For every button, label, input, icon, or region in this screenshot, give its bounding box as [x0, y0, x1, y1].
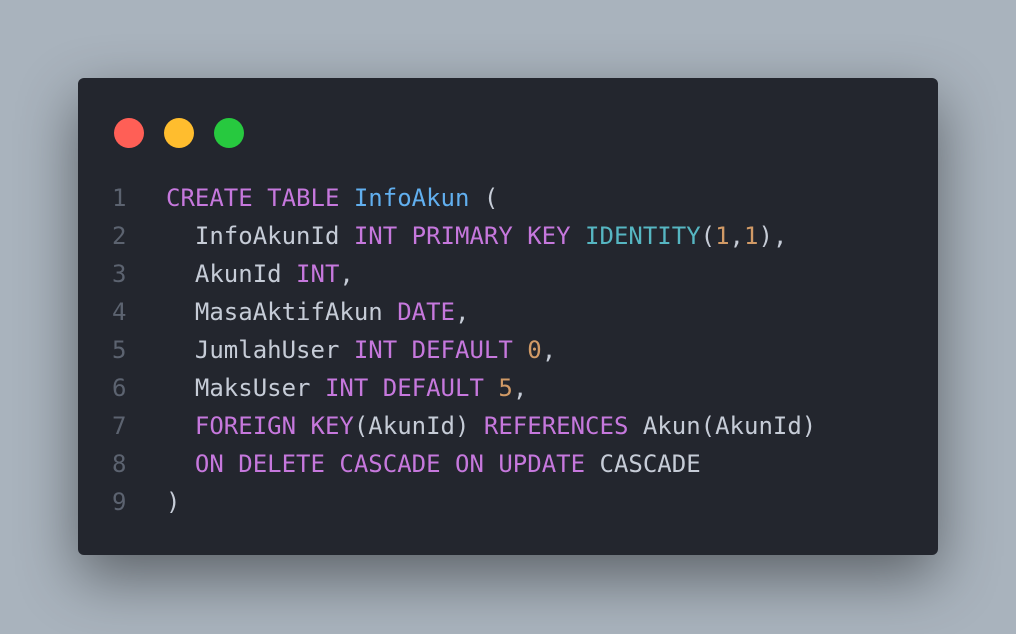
code-token: DATE [397, 298, 455, 326]
code-token: 5 [498, 374, 513, 402]
line-number: 7 [112, 412, 127, 440]
code-token: InfoAkun [353, 184, 470, 212]
line-number: 1 [112, 184, 127, 212]
code-line: 2 InfoAkunId INT PRIMARY KEY IDENTITY(1,… [78, 217, 938, 255]
code-block: 1 CREATE TABLE InfoAkun (2 InfoAkunId INT… [78, 179, 938, 521]
code-text: InfoAkunId INT PRIMARY KEY IDENTITY(1,1)… [166, 217, 787, 255]
code-window: 1 CREATE TABLE InfoAkun (2 InfoAkunId INT… [78, 78, 938, 555]
code-token: MaksUser [166, 374, 325, 402]
code-token: AkunId [166, 260, 297, 288]
code-token: Akun(AkunId) [628, 412, 817, 440]
code-line: 9) [78, 483, 938, 521]
code-token: ( [700, 222, 716, 250]
code-text: JumlahUser INT DEFAULT 0, [166, 331, 556, 369]
code-text: MaksUser INT DEFAULT 5, [166, 369, 527, 407]
code-line: 3 AkunId INT, [78, 255, 938, 293]
code-line: 1 CREATE TABLE InfoAkun ( [78, 179, 938, 217]
code-token: , [729, 222, 744, 250]
code-token: 1 [715, 222, 730, 250]
code-token: INT DEFAULT [353, 336, 513, 364]
code-token: , [541, 336, 557, 364]
code-line: 4 MasaAktifAkun DATE, [78, 293, 938, 331]
code-token: , [339, 260, 354, 288]
code-token: ( [469, 184, 499, 212]
code-text: MasaAktifAkun DATE, [166, 293, 470, 331]
code-token: 0 [527, 336, 542, 364]
code-token: ) [166, 488, 181, 516]
code-text: CREATE TABLE InfoAkun ( [166, 179, 498, 217]
code-token: INT [296, 260, 340, 288]
code-token: CASCADE [585, 450, 701, 478]
code-token: (AkunId) [353, 412, 484, 440]
line-number: 4 [112, 298, 127, 326]
maximize-dot-icon[interactable] [214, 118, 244, 148]
code-line: 8 ON DELETE CASCADE ON UPDATE CASCADE [78, 445, 938, 483]
code-token: INT PRIMARY KEY [353, 222, 571, 250]
code-text: AkunId INT, [166, 255, 354, 293]
code-text: ON DELETE CASCADE ON UPDATE CASCADE [166, 445, 701, 483]
window-controls [114, 118, 244, 148]
code-line: 6 MaksUser INT DEFAULT 5, [78, 369, 938, 407]
code-token: ON DELETE CASCADE ON UPDATE [194, 450, 586, 478]
code-token: ), [758, 222, 788, 250]
code-token: FOREIGN KEY [194, 412, 354, 440]
minimize-dot-icon[interactable] [164, 118, 194, 148]
line-number: 6 [112, 374, 127, 402]
line-number: 8 [112, 450, 127, 478]
code-token: 1 [744, 222, 759, 250]
code-token: IDENTITY [585, 222, 701, 250]
code-token: CREATE TABLE [166, 184, 340, 212]
line-number: 5 [112, 336, 127, 364]
code-text: FOREIGN KEY(AkunId) REFERENCES Akun(Akun… [166, 407, 816, 445]
code-token: InfoAkunId [166, 222, 354, 250]
code-token: REFERENCES [483, 412, 629, 440]
line-number: 2 [112, 222, 127, 250]
code-token: INT DEFAULT [324, 374, 484, 402]
code-token: , [512, 374, 528, 402]
code-token: MasaAktifAkun [166, 298, 398, 326]
code-token: JumlahUser [166, 336, 354, 364]
line-number: 3 [112, 260, 127, 288]
close-dot-icon[interactable] [114, 118, 144, 148]
code-token: , [454, 298, 470, 326]
code-line: 5 JumlahUser INT DEFAULT 0, [78, 331, 938, 369]
code-line: 7 FOREIGN KEY(AkunId) REFERENCES Akun(Ak… [78, 407, 938, 445]
line-number: 9 [112, 488, 127, 516]
code-text: ) [166, 483, 180, 521]
